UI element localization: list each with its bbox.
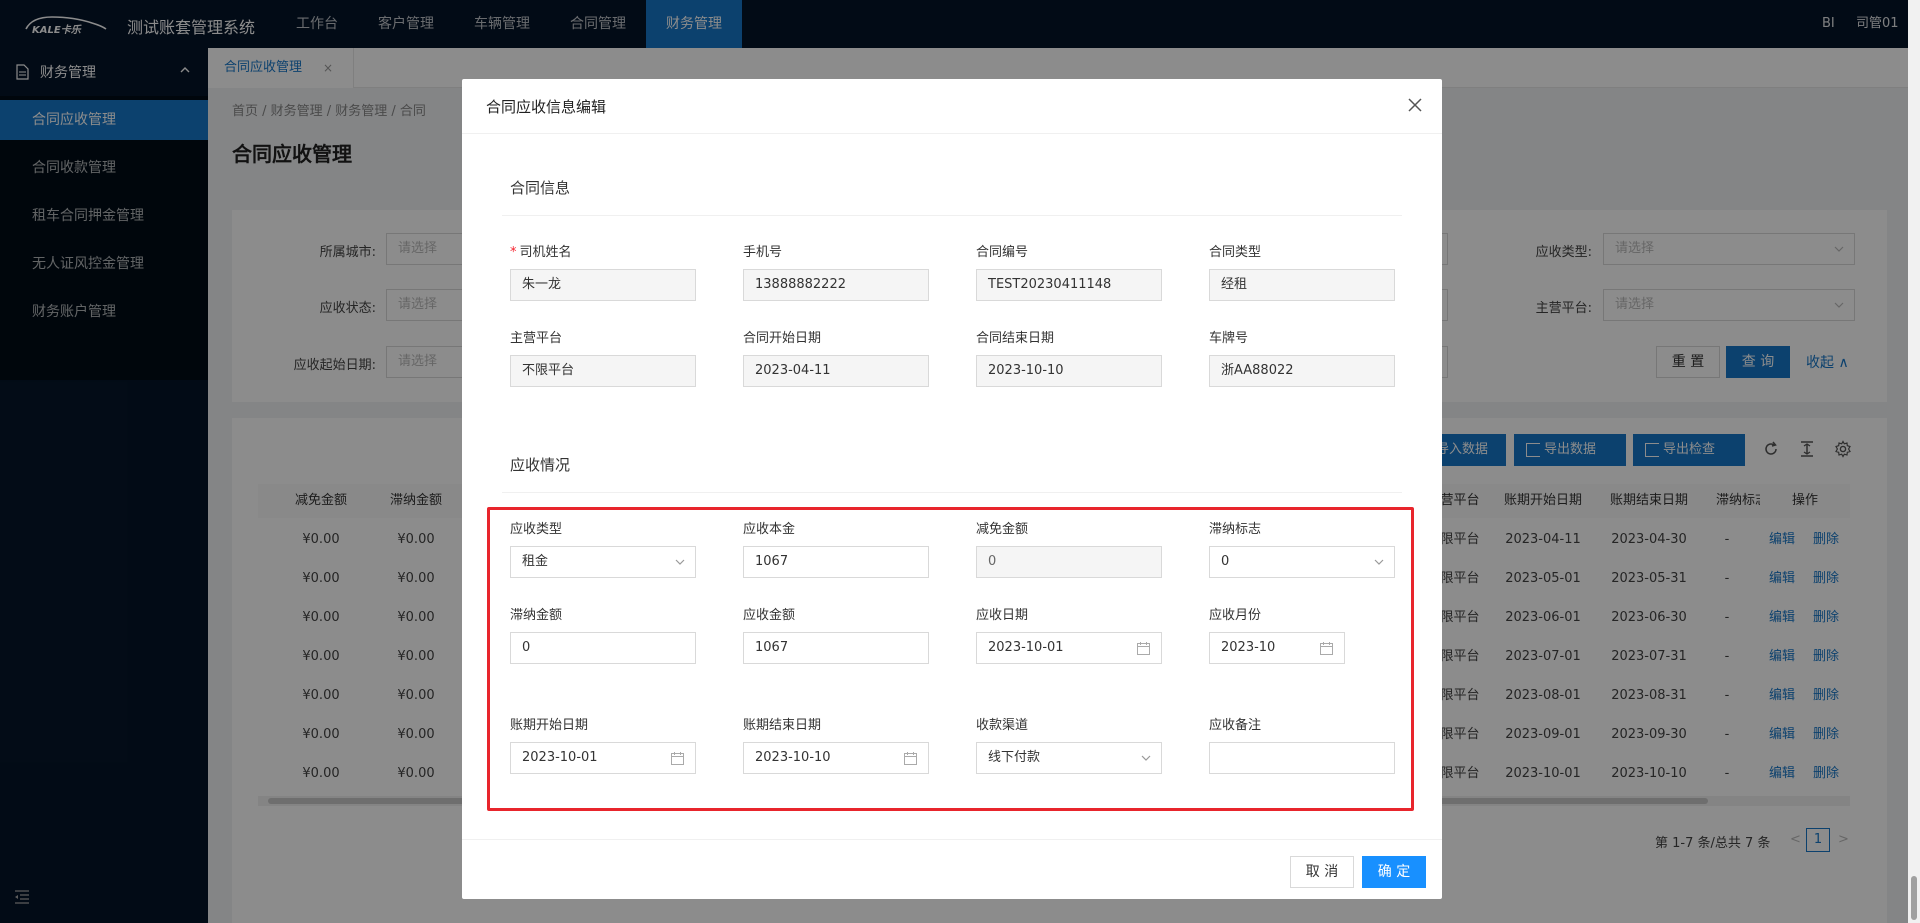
contract-end-label: 合同结束日期 [976,331,1055,346]
required-mark: * [510,245,517,260]
phone-field[interactable]: 13888882222 [743,269,929,301]
platform-field[interactable]: 不限平台 [510,355,696,387]
page-vertical-scrollbar[interactable] [1908,0,1920,923]
contract-no-field[interactable]: TEST20230411148 [976,269,1162,301]
driver-name-label-text: 司机姓名 [519,245,572,260]
phone-label: 手机号 [743,245,783,260]
driver-name-field[interactable]: 朱一龙 [510,269,696,301]
contract-type-label: 合同类型 [1209,245,1262,260]
cancel-button[interactable]: 取 消 [1290,856,1354,888]
contract-start-field[interactable]: 2023-04-11 [743,355,929,387]
close-icon[interactable] [1407,97,1423,113]
driver-name-label: * 司机姓名 [510,241,572,260]
plate-field[interactable]: 浙AA88022 [1209,355,1395,387]
section-contract-info: 合同信息 [510,179,571,197]
contract-start-label: 合同开始日期 [743,331,822,346]
section-divider [502,492,1402,493]
contract-type-field[interactable]: 经租 [1209,269,1395,301]
highlight-annotation-box [487,507,1414,811]
modal-title: 合同应收信息编辑 [486,98,607,116]
plate-label: 车牌号 [1209,331,1249,346]
contract-no-label: 合同编号 [976,245,1029,260]
contract-end-field[interactable]: 2023-10-10 [976,355,1162,387]
platform-label: 主营平台 [510,331,563,346]
scrollbar-thumb[interactable] [1911,876,1917,920]
section-receivable-info: 应收情况 [510,456,571,474]
section-divider [502,215,1402,216]
confirm-button[interactable]: 确 定 [1362,856,1426,888]
modal-header: 合同应收信息编辑 [462,79,1442,134]
